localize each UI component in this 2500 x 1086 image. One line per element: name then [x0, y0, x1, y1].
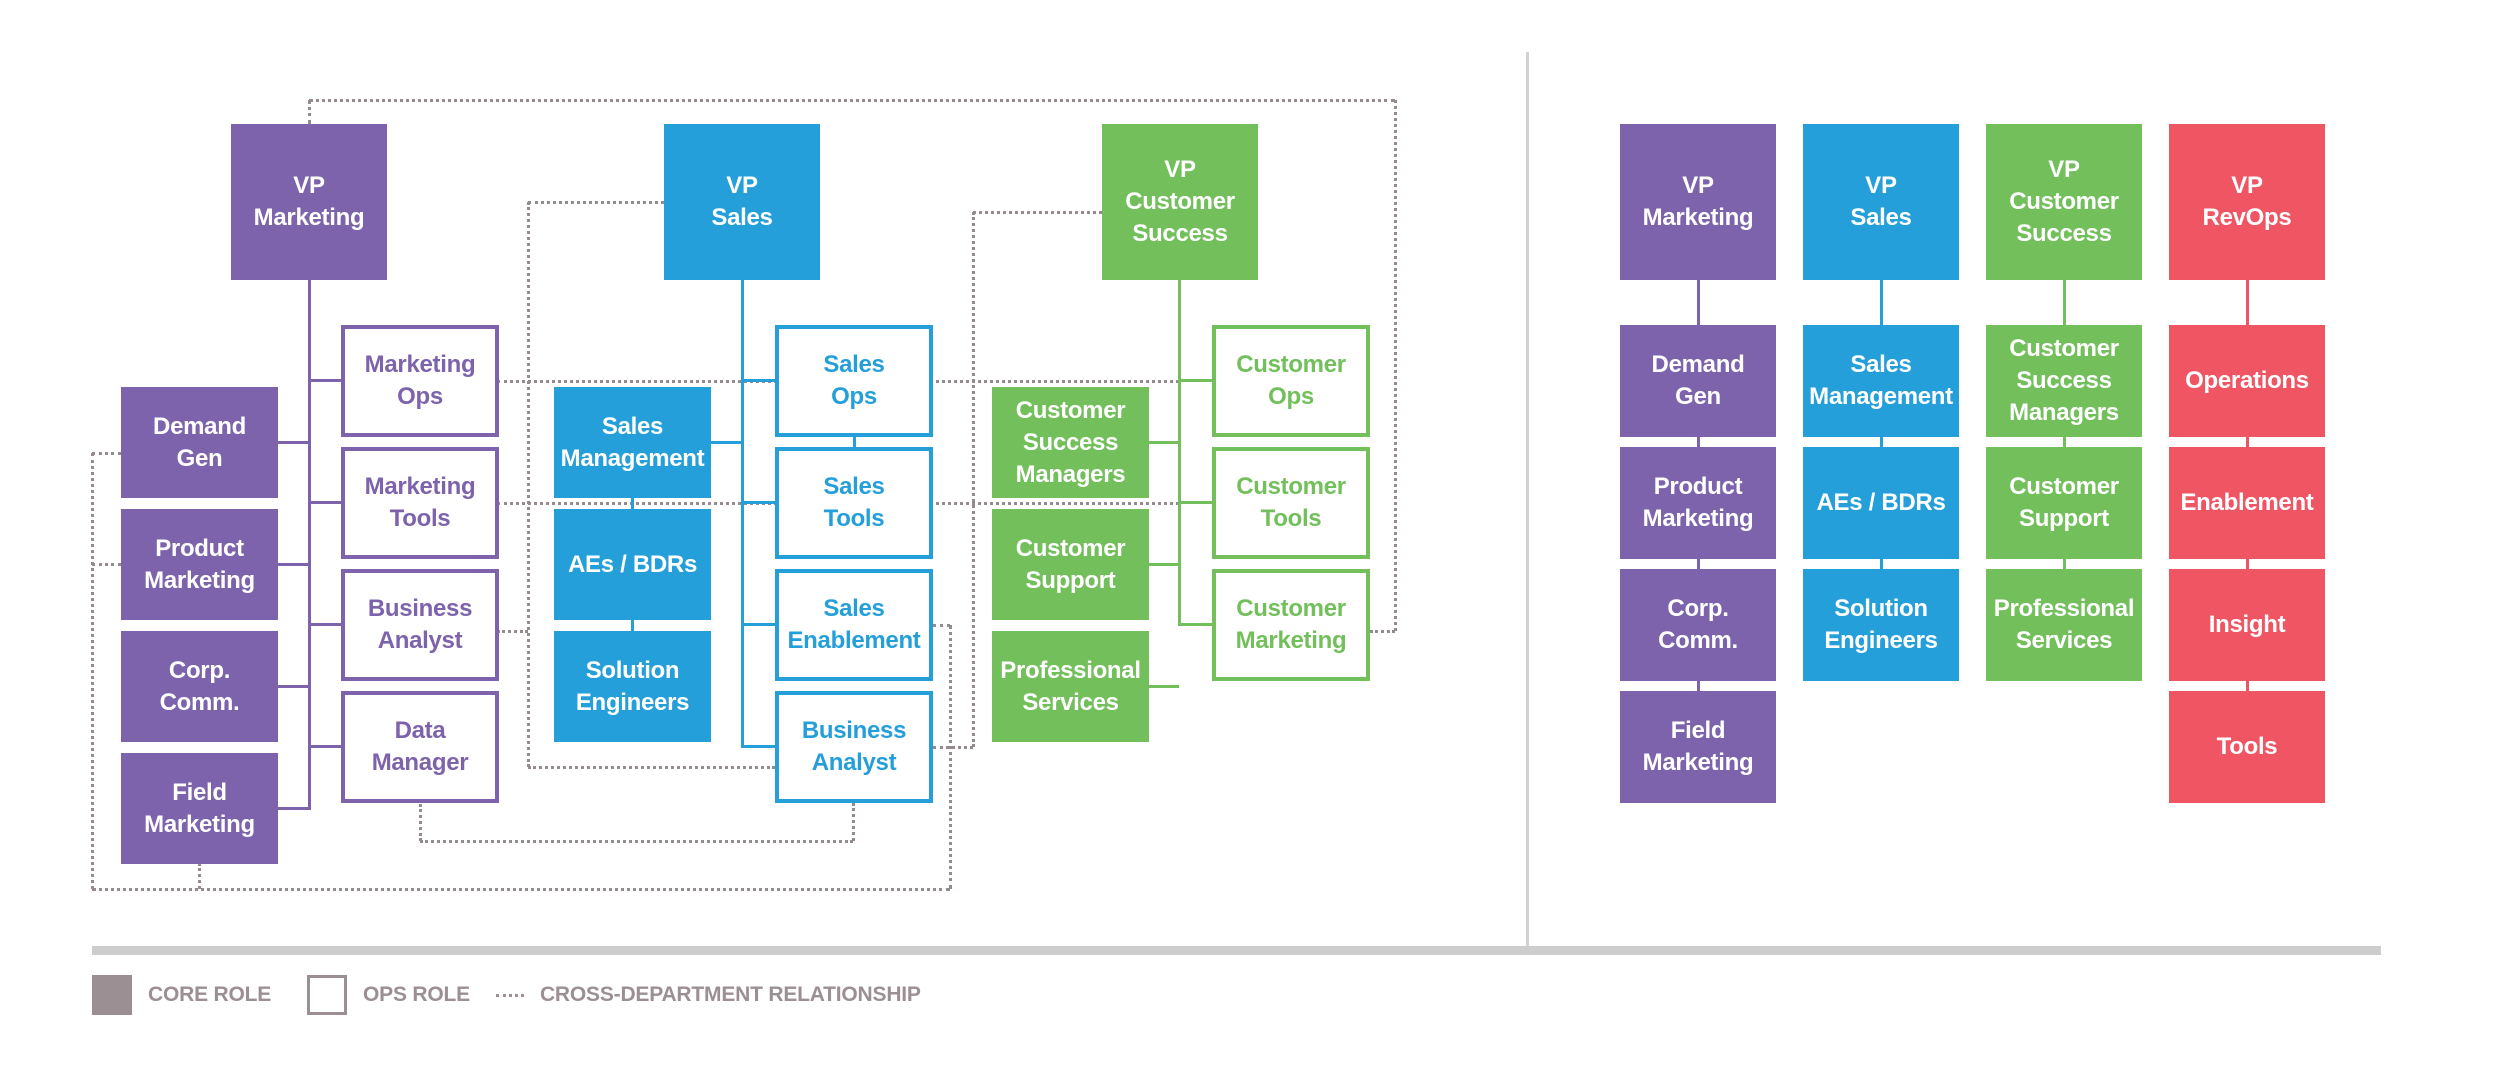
relationship-line	[92, 563, 121, 566]
relationship-line	[933, 624, 950, 627]
legend-core-label: CORE ROLE	[148, 983, 272, 1006]
marketing-right-role-box: Corp. Comm.	[1620, 569, 1776, 681]
relationship-line	[198, 863, 201, 889]
marketing-ops-connector	[309, 379, 341, 382]
marketing-ops-role-box: Business Analyst	[341, 569, 499, 681]
relationship-line	[91, 453, 94, 889]
marketing-ops-connector	[309, 501, 341, 504]
sales-right-role-box: Solution Engineers	[1803, 569, 1959, 681]
dotted-line-icon	[495, 993, 524, 997]
customer_success-right-role-box: Professional Services	[1986, 569, 2142, 681]
revops-right-role-box: Tools	[2169, 691, 2325, 803]
relationship-line	[933, 746, 973, 749]
sales-ops-role-box: Business Analyst	[775, 691, 933, 803]
sales-core-role-box: Sales Management	[554, 387, 711, 498]
relationship-line	[419, 804, 422, 841]
relationship-line	[527, 202, 530, 767]
relationship-line	[949, 625, 952, 889]
revops-right-vp-box: VP RevOps	[2169, 124, 2325, 280]
marketing-core-connector	[277, 563, 309, 566]
sales-ops-role-box: Sales Ops	[775, 325, 933, 437]
sales-vp-box: VP Sales	[664, 124, 820, 280]
sales-ops-role-box: Sales Tools	[775, 447, 933, 559]
sales-core-role-box: Solution Engineers	[554, 631, 711, 742]
sales-core-connector	[710, 441, 742, 444]
marketing-core-connector	[277, 685, 309, 688]
sales-ops-role-box: Sales Enablement	[775, 569, 933, 681]
sales-ops-connector	[742, 745, 775, 748]
marketing-core-role-box: Corp. Comm.	[121, 631, 278, 742]
marketing-core-connector	[277, 441, 309, 444]
marketing-core-role-box: Product Marketing	[121, 509, 278, 620]
ops-role-swatch-icon	[307, 975, 348, 1015]
customer_success-right-vp-box: VP Customer Success	[1986, 124, 2142, 280]
customer_success-right-role-box: Customer Support	[1986, 447, 2142, 559]
relationship-line	[528, 201, 664, 204]
relationship-line	[420, 840, 853, 843]
marketing-core-connector	[277, 807, 309, 810]
customer_success-ops-connector	[1179, 623, 1212, 626]
relationship-line	[309, 99, 1395, 102]
revops-right-role-box: Enablement	[2169, 447, 2325, 559]
customer_success-ops-role-box: Customer Tools	[1212, 447, 1370, 559]
customer_success-core-connector	[1148, 441, 1179, 444]
sales-core-link	[630, 498, 634, 509]
relationship-line	[1370, 630, 1395, 633]
legend-relationship-label: CROSS-DEPARTMENT RELATIONSHIP	[539, 983, 921, 1006]
marketing-right-vp-box: VP Marketing	[1620, 124, 1776, 280]
marketing-trunk-line	[307, 280, 311, 810]
legend-ops-label: OPS ROLE	[363, 983, 470, 1006]
relationship-line	[308, 100, 311, 124]
customer_success-core-role-box: Professional Services	[992, 631, 1149, 742]
sales-core-role-box: AEs / BDRs	[554, 509, 711, 620]
marketing-ops-role-box: Marketing Tools	[341, 447, 499, 559]
legend: CORE ROLE OPS ROLE CROSS-DEPARTMENT RELA…	[92, 975, 921, 1015]
sales-ops-connector	[742, 501, 775, 504]
sales-ops-connector	[742, 379, 775, 382]
customer_success-ops-role-box: Customer Marketing	[1212, 569, 1370, 681]
sales-trunk-line	[740, 280, 744, 748]
relationship-line	[92, 452, 121, 455]
marketing-right-role-box: Demand Gen	[1620, 325, 1776, 437]
customer_success-vp-box: VP Customer Success	[1102, 124, 1258, 280]
sales-right-role-box: AEs / BDRs	[1803, 447, 1959, 559]
relationship-line	[92, 888, 950, 891]
marketing-vp-box: VP Marketing	[231, 124, 387, 280]
marketing-ops-role-box: Data Manager	[341, 691, 499, 803]
customer_success-trunk-line	[1177, 280, 1181, 626]
marketing-core-role-box: Demand Gen	[121, 387, 278, 498]
org-chart-canvas: VP Marketing Marketing Ops Marketing Tools…	[0, 0, 2500, 1086]
revops-right-role-box: Operations	[2169, 325, 2325, 437]
sales-core-link	[630, 620, 634, 631]
marketing-right-role-box: Product Marketing	[1620, 447, 1776, 559]
relationship-line	[852, 803, 855, 841]
sales-right-role-box: Sales Management	[1803, 325, 1959, 437]
legend-separator-bar	[92, 946, 2381, 955]
customer_success-ops-connector	[1179, 379, 1212, 382]
sales-right-vp-box: VP Sales	[1803, 124, 1959, 280]
core-role-swatch-icon	[92, 975, 132, 1015]
customer_success-right-role-box: Customer Success Managers	[1986, 325, 2142, 437]
sales-ops-link	[852, 436, 856, 447]
relationship-line	[497, 630, 528, 633]
customer_success-core-role-box: Customer Support	[992, 509, 1149, 620]
customer_success-core-connector	[1148, 563, 1179, 566]
customer_success-ops-role-box: Customer Ops	[1212, 325, 1370, 437]
relationship-line	[1394, 100, 1397, 631]
revops-right-role-box: Insight	[2169, 569, 2325, 681]
marketing-ops-role-box: Marketing Ops	[341, 325, 499, 437]
relationship-line	[973, 211, 1102, 214]
marketing-ops-connector	[309, 623, 341, 626]
customer_success-core-connector	[1148, 685, 1179, 688]
marketing-core-role-box: Field Marketing	[121, 753, 278, 864]
sales-ops-connector	[742, 623, 775, 626]
marketing-right-role-box: Field Marketing	[1620, 691, 1776, 803]
customer_success-ops-connector	[1179, 501, 1212, 504]
relationship-line	[528, 766, 775, 769]
customer_success-core-role-box: Customer Success Managers	[992, 387, 1149, 498]
panel-divider	[1526, 52, 1529, 952]
marketing-ops-connector	[309, 745, 341, 748]
relationship-line	[972, 212, 975, 747]
